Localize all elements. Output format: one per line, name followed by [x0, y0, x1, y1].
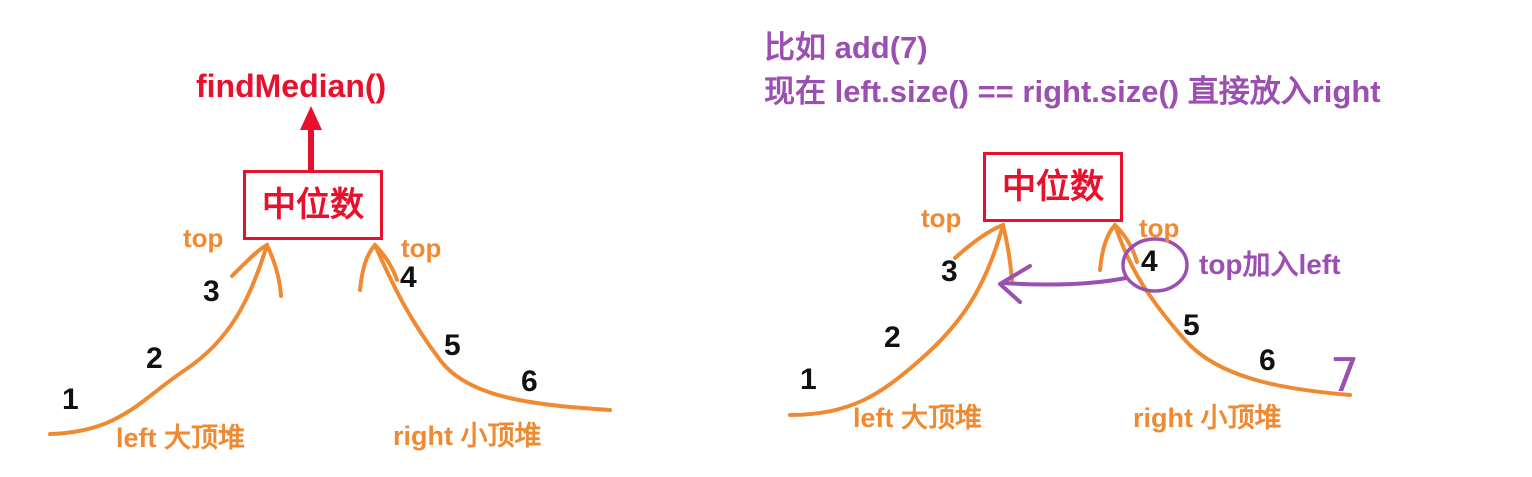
left-heap-value-3-b: 3	[941, 255, 958, 288]
left-heap-value-1-b: 1	[800, 363, 817, 396]
median-label: 中位数	[262, 186, 364, 224]
right-heap-value-6: 6	[521, 365, 538, 398]
median-box: 中位数	[243, 170, 383, 240]
right-heap-value-4: 4	[400, 261, 417, 294]
right-heap-label: right 小顶堆	[393, 421, 542, 451]
move-arrow-shaft	[1001, 276, 1128, 287]
left-heap-value-2: 2	[146, 342, 163, 375]
right-heap-value-4-b: 4	[1141, 245, 1158, 278]
note-add-line: 比如 add(7)	[764, 30, 928, 65]
find-median-call: findMedian()	[196, 68, 387, 104]
median-output-arrow-head	[300, 106, 322, 130]
right-heap-top-label: top	[401, 233, 442, 263]
right-heap-top-label-2: top	[1139, 213, 1180, 243]
left-heap-label-2: left 大顶堆	[853, 403, 983, 433]
left-heap-value-2-b: 2	[884, 321, 901, 354]
left-heap-top-label: top	[183, 223, 224, 253]
right-heap-value-6-b: 6	[1259, 344, 1276, 377]
left-heap-label: left 大顶堆	[116, 423, 246, 453]
median-box-2: 中位数	[983, 152, 1123, 222]
move-top-note: top加入left	[1199, 249, 1341, 280]
left-heap-curve-2	[788, 223, 1005, 417]
left-heap-value-1: 1	[62, 383, 79, 416]
left-heap-top-label-2: top	[921, 203, 962, 233]
right-heap-label-2: right 小顶堆	[1133, 403, 1282, 433]
right-heap-value-5: 5	[444, 329, 461, 362]
added-value-7: 7	[1330, 348, 1360, 402]
median-label-2: 中位数	[1002, 168, 1104, 206]
note-condition-line: 现在 left.size() == right.size() 直接放入right	[764, 74, 1381, 109]
right-heap-value-5-b: 5	[1183, 309, 1200, 342]
left-heap-top-hook-2	[953, 222, 1014, 282]
heap-median-diagram: findMedian() 中位数 top top 1 2 3 4 5 6 lef…	[0, 0, 1532, 477]
left-heap-value-3: 3	[203, 275, 220, 308]
